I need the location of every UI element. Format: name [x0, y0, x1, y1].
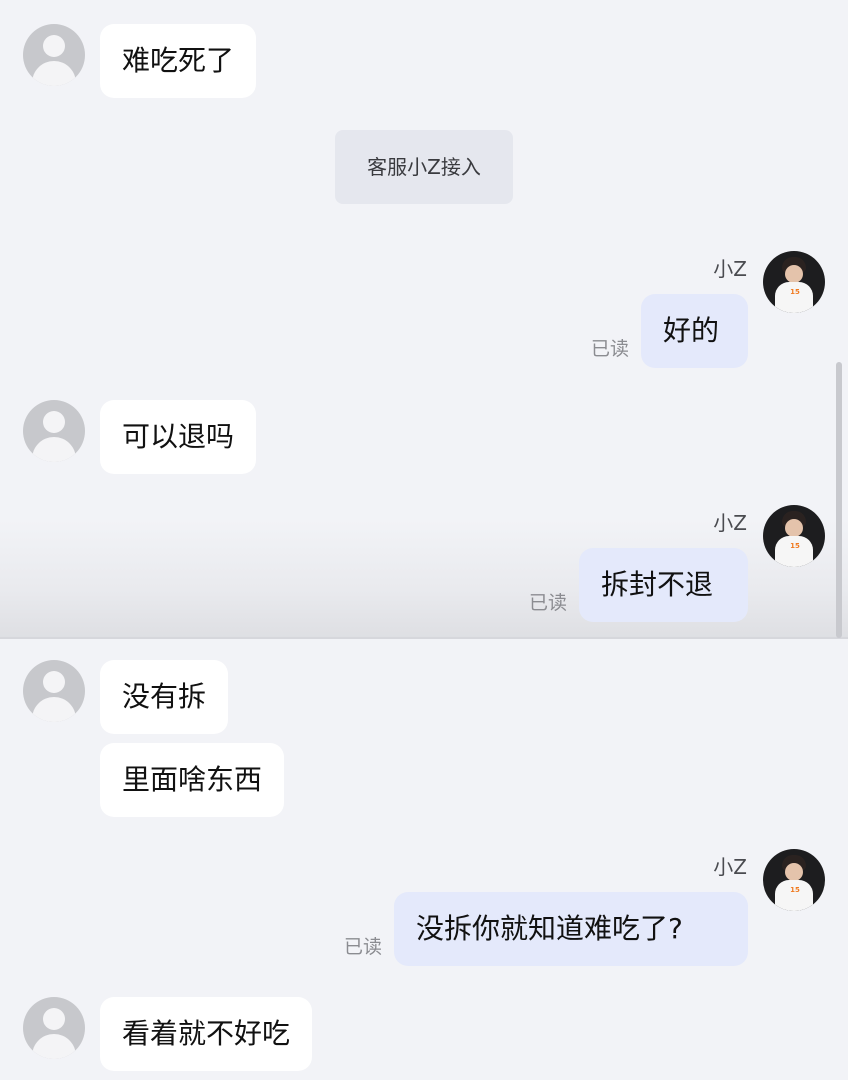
screenshot-divider	[0, 637, 848, 639]
outgoing-message-bubble[interactable]: 没拆你就知道难吃了?	[394, 892, 748, 966]
scrollbar[interactable]	[836, 362, 842, 638]
user-silhouette-icon	[43, 35, 65, 57]
read-receipt: 已读	[529, 592, 568, 614]
user-silhouette-icon	[43, 1008, 65, 1030]
system-notice: 客服小Z接入	[335, 130, 513, 204]
user-silhouette-icon	[43, 671, 65, 693]
read-receipt: 已读	[591, 338, 630, 360]
user-silhouette-icon	[43, 411, 65, 433]
incoming-message-bubble[interactable]: 没有拆	[100, 660, 229, 734]
agent-avatar[interactable]: 15	[763, 505, 825, 567]
chat-screen: 难吃死了 客服小Z接入 小Z 15 好的 已读 可以退吗 小Z 15 拆封不退 …	[0, 0, 848, 1080]
jersey-number: 15	[790, 886, 800, 894]
incoming-message-bubble[interactable]: 可以退吗	[100, 400, 257, 474]
incoming-message-bubble[interactable]: 难吃死了	[100, 24, 257, 98]
incoming-message-bubble[interactable]: 看着就不好吃	[100, 997, 313, 1071]
read-receipt: 已读	[344, 936, 383, 958]
customer-avatar[interactable]	[23, 660, 85, 722]
sender-name: 小Z	[713, 257, 747, 281]
outgoing-message-bubble[interactable]: 好的	[641, 294, 748, 368]
incoming-message-bubble[interactable]: 里面啥东西	[100, 743, 285, 817]
agent-avatar[interactable]: 15	[763, 849, 825, 911]
outgoing-message-bubble[interactable]: 拆封不退	[579, 548, 748, 622]
agent-avatar[interactable]: 15	[763, 251, 825, 313]
customer-avatar[interactable]	[23, 400, 85, 462]
customer-avatar[interactable]	[23, 997, 85, 1059]
jersey-number: 15	[790, 288, 800, 296]
jersey-number: 15	[790, 542, 800, 550]
sender-name: 小Z	[713, 511, 747, 535]
customer-avatar[interactable]	[23, 24, 85, 86]
sender-name: 小Z	[713, 855, 747, 879]
